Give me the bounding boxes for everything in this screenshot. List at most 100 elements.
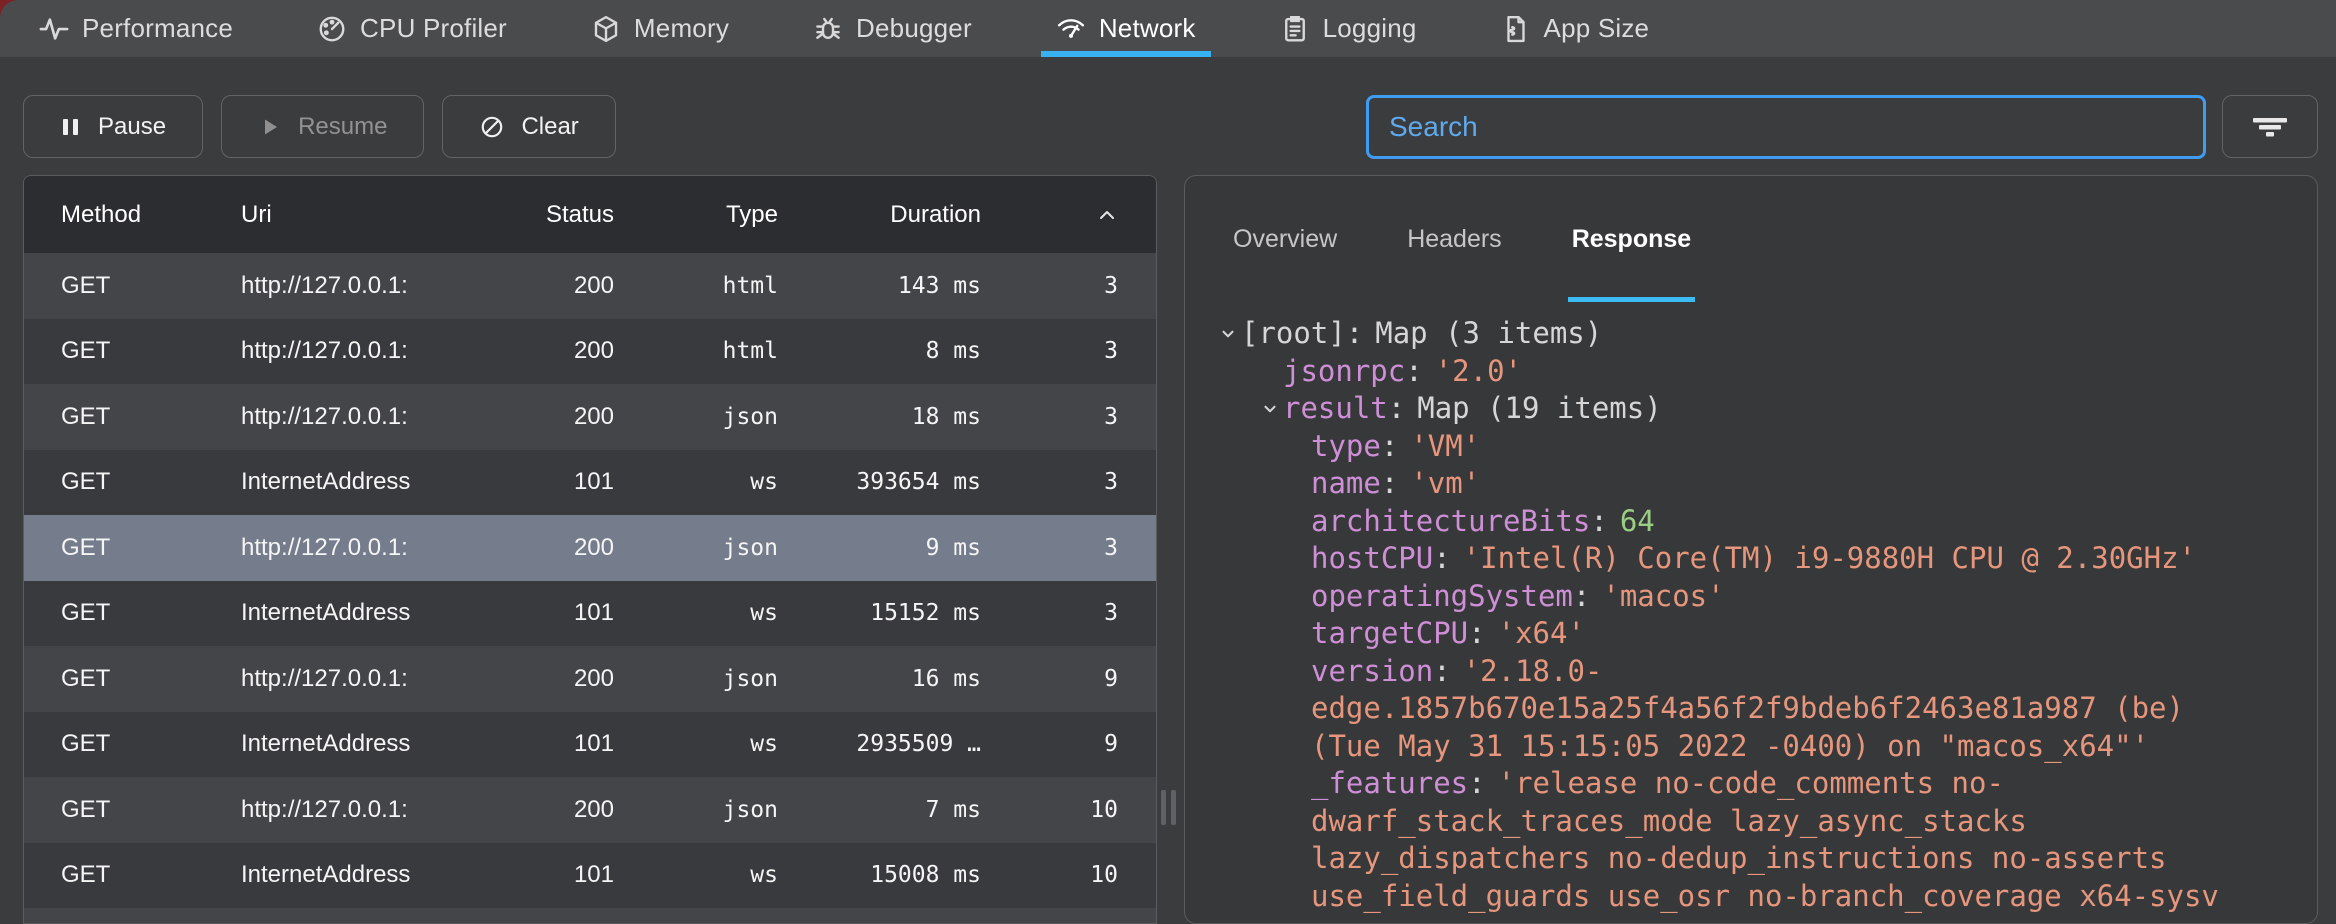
cell-type: json: [614, 797, 778, 823]
tree-value: lazy_dispatchers no-dedup_instructions n…: [1311, 840, 2167, 878]
cell-seq: 3: [981, 600, 1118, 626]
tree-node-result[interactable]: result:Map (19 items): [1185, 390, 2317, 428]
tab-overview[interactable]: Overview: [1233, 176, 1337, 302]
cell-seq: 3: [981, 535, 1118, 561]
network-toolbar: Pause Resume Clear: [0, 57, 2336, 158]
detail-tab-label: Response: [1572, 225, 1691, 254]
app-size-icon: [1501, 14, 1531, 44]
filter-button[interactable]: [2222, 95, 2318, 158]
cell-method: GET: [61, 796, 241, 824]
cell-type: html: [614, 273, 778, 299]
cell-type: html: [614, 338, 778, 364]
cell-status: 200: [454, 403, 614, 431]
tab-network[interactable]: Network: [1047, 0, 1205, 57]
debugger-icon: [813, 14, 843, 44]
cell-status: 101: [454, 599, 614, 627]
chevron-down-icon[interactable]: [1257, 400, 1283, 418]
requests-table: Method Uri Status Type Duration GET http…: [23, 175, 1157, 924]
cell-status: 200: [454, 534, 614, 562]
table-row-selected[interactable]: GET http://127.0.0.1: 200 json 9 ms 3: [24, 515, 1156, 581]
column-header-status[interactable]: Status: [454, 201, 614, 229]
tree-node: architectureBits:64: [1185, 503, 2317, 541]
network-icon: [1056, 14, 1086, 44]
cell-duration: 9 ms: [778, 535, 981, 561]
clear-icon: [479, 114, 505, 140]
tree-value: Map (3 items): [1375, 315, 1602, 353]
tree-value: 'vm': [1410, 465, 1480, 503]
cell-seq: 3: [981, 273, 1118, 299]
cell-seq: 3: [981, 338, 1118, 364]
tab-performance[interactable]: Performance: [30, 0, 242, 57]
chevron-down-icon[interactable]: [1215, 325, 1241, 343]
devtools-window: Performance CPU Profiler Memory: [0, 0, 2336, 924]
column-header-uri[interactable]: Uri: [241, 201, 454, 229]
tab-headers[interactable]: Headers: [1407, 176, 1502, 302]
tree-key: [root]: [1241, 315, 1346, 353]
table-row[interactable]: GET InternetAddress 101 ws 2935509 … 9: [24, 712, 1156, 778]
tab-response[interactable]: Response: [1572, 176, 1691, 302]
table-row[interactable]: GET http://127.0.0.1: 200 html 143 ms 3: [24, 253, 1156, 319]
table-row[interactable]: GET http://127.0.0.1: 200 json 16 ms 9: [24, 646, 1156, 712]
table-row[interactable]: GET http://127.0.0.1: 200 html 8 ms 3: [24, 319, 1156, 385]
table-row[interactable]: GET InternetAddress 101 ws 393654 ms 3: [24, 450, 1156, 516]
cell-status: 200: [454, 272, 614, 300]
resume-label: Resume: [298, 113, 387, 141]
main-tab-bar: Performance CPU Profiler Memory: [0, 0, 2336, 57]
tab-debugger[interactable]: Debugger: [804, 0, 981, 57]
cell-uri: InternetAddress: [241, 599, 454, 627]
search-input[interactable]: [1366, 95, 2206, 159]
table-row[interactable]: GET http://127.0.0.1: 200 json 7 ms 10: [24, 777, 1156, 843]
tab-cpu-profiler[interactable]: CPU Profiler: [308, 0, 516, 57]
split-view: Method Uri Status Type Duration GET http…: [0, 158, 2336, 924]
play-icon: [258, 115, 282, 139]
split-drag-handle[interactable]: [1161, 790, 1176, 825]
cell-seq: 10: [981, 862, 1118, 888]
table-row[interactable]: GET InternetAddress 101 ws 15152 ms 3: [24, 581, 1156, 647]
cell-duration: 15152 ms: [778, 600, 981, 626]
tab-app-size[interactable]: App Size: [1492, 0, 1659, 57]
table-row[interactable]: GET http://127.0.0.1: 200 json 18 ms 3: [24, 384, 1156, 450]
tree-node: operatingSystem:'macos': [1185, 578, 2317, 616]
tree-node: type:'VM': [1185, 428, 2317, 466]
table-row[interactable]: [24, 908, 1156, 923]
tree-key: architectureBits: [1311, 503, 1590, 541]
resume-button[interactable]: Resume: [221, 95, 424, 158]
tab-label: CPU Profiler: [360, 13, 507, 44]
pause-label: Pause: [98, 113, 166, 141]
cell-status: 200: [454, 796, 614, 824]
cell-seq: 10: [981, 797, 1118, 823]
cell-type: ws: [614, 469, 778, 495]
tree-node-root[interactable]: [root]:Map (3 items): [1185, 315, 2317, 353]
cell-status: 101: [454, 730, 614, 758]
cell-duration: 393654 ms: [778, 469, 981, 495]
cell-method: GET: [61, 599, 241, 627]
network-page: Pause Resume Clear: [0, 57, 2336, 924]
cell-uri: InternetAddress: [241, 861, 454, 889]
tab-label: Logging: [1323, 13, 1417, 44]
sort-chevron-up-icon[interactable]: [981, 207, 1118, 223]
pause-button[interactable]: Pause: [23, 95, 203, 158]
detail-tab-label: Headers: [1407, 225, 1502, 254]
tree-key: hostCPU: [1311, 540, 1433, 578]
table-row[interactable]: GET InternetAddress 101 ws 15008 ms 10: [24, 843, 1156, 909]
column-header-type[interactable]: Type: [614, 201, 778, 229]
clear-button[interactable]: Clear: [442, 95, 615, 158]
tree-value: 'Intel(R) Core(TM) i9-9880H CPU @ 2.30GH…: [1463, 540, 2196, 578]
tree-value: 'VM': [1410, 428, 1480, 466]
tree-key: result: [1283, 390, 1388, 428]
cell-duration: 7 ms: [778, 797, 981, 823]
column-header-method[interactable]: Method: [61, 201, 241, 229]
logging-icon: [1280, 14, 1310, 44]
cell-type: json: [614, 535, 778, 561]
record-controls: Pause Resume Clear: [23, 95, 616, 158]
cell-uri: InternetAddress: [241, 468, 454, 496]
tree-value: 64: [1620, 503, 1655, 541]
tree-node-wrap-line: use_field_guards use_osr no-branch_cover…: [1185, 878, 2317, 916]
detail-tab-bar: Overview Headers Response: [1185, 176, 2317, 302]
tab-memory[interactable]: Memory: [582, 0, 738, 57]
response-json-tree: [root]:Map (3 items) jsonrpc:'2.0' resul…: [1185, 302, 2317, 923]
cell-seq: 9: [981, 731, 1118, 757]
tab-logging[interactable]: Logging: [1271, 0, 1426, 57]
column-header-duration[interactable]: Duration: [778, 201, 981, 229]
tree-key: targetCPU: [1311, 615, 1468, 653]
